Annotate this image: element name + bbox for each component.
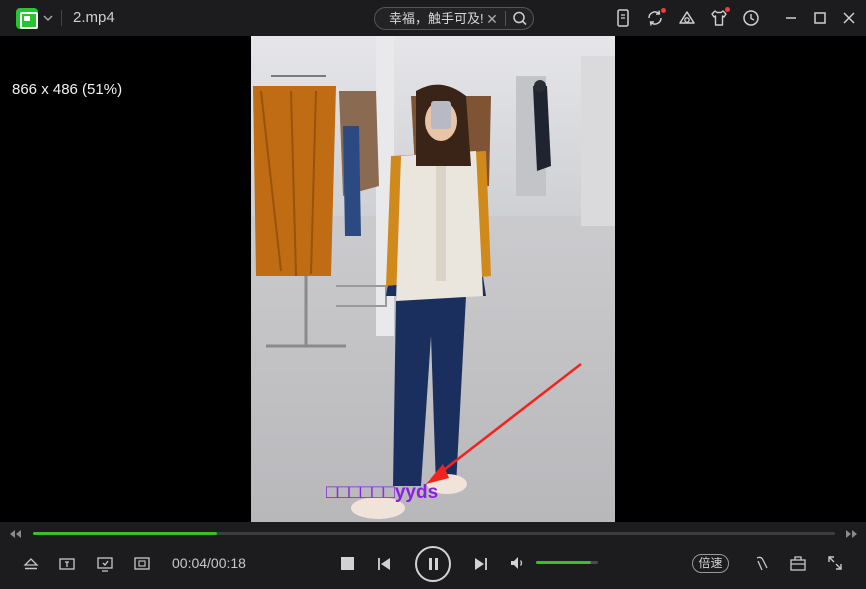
screen-cast-icon[interactable]: [95, 554, 115, 574]
volume-icon[interactable]: [508, 553, 528, 573]
eject-open-icon[interactable]: [21, 554, 41, 574]
search-icon[interactable]: [508, 8, 532, 29]
volume-fill: [536, 561, 591, 564]
playback-speed-button[interactable]: 倍速: [692, 554, 729, 573]
search-divider: [505, 11, 506, 26]
clear-search-icon[interactable]: ✕: [484, 10, 500, 28]
iqiyi-logo-icon[interactable]: [16, 8, 38, 29]
stop-button[interactable]: [341, 557, 354, 570]
video-overlay-text: □□□□□□yyds: [326, 482, 439, 503]
history-clock-icon[interactable]: [740, 7, 762, 29]
video-frame[interactable]: □□□□□□yyds: [251, 36, 615, 522]
time-display: 00:04/00:18: [172, 555, 246, 571]
chevron-down-icon[interactable]: [41, 9, 55, 27]
shirt-icon[interactable]: [708, 7, 730, 29]
progress-bar[interactable]: [33, 532, 835, 535]
minimize-icon[interactable]: [780, 7, 802, 29]
file-title: 2.mp4: [73, 9, 115, 26]
title-divider: [61, 10, 62, 26]
toolbox-icon[interactable]: [788, 553, 808, 573]
previous-icon[interactable]: [374, 554, 394, 574]
video-area[interactable]: 866 x 486 (51%) □□□□□□yyds: [0, 36, 866, 522]
search-box[interactable]: 幸福，触手可及! ✕: [374, 7, 534, 30]
volume-slider[interactable]: [536, 561, 598, 564]
resolution-info: 866 x 486 (51%): [12, 81, 123, 98]
fullscreen-icon[interactable]: [825, 553, 845, 573]
fingerprint-tool-icon[interactable]: [751, 553, 771, 573]
seek-back-icon[interactable]: [8, 528, 22, 540]
close-icon[interactable]: [838, 7, 860, 29]
notification-dot: [661, 8, 666, 13]
control-bar: 00:04/00:18 倍速: [0, 522, 866, 589]
subtitle-icon[interactable]: [57, 554, 77, 574]
skin-icon[interactable]: [676, 7, 698, 29]
progress-fill: [33, 532, 218, 535]
search-input[interactable]: 幸福，触手可及!: [389, 11, 484, 27]
notification-dot: [725, 7, 730, 12]
seek-forward-icon[interactable]: [845, 528, 859, 540]
maximize-icon[interactable]: [809, 7, 831, 29]
video-scene: [253, 36, 615, 519]
pause-button[interactable]: [415, 546, 451, 582]
phone-cast-icon[interactable]: [612, 7, 634, 29]
picture-in-picture-icon[interactable]: [132, 554, 152, 574]
refresh-sync-icon[interactable]: [644, 7, 666, 29]
title-bar: 2.mp4 幸福，触手可及! ✕: [0, 0, 866, 36]
next-icon[interactable]: [471, 554, 491, 574]
